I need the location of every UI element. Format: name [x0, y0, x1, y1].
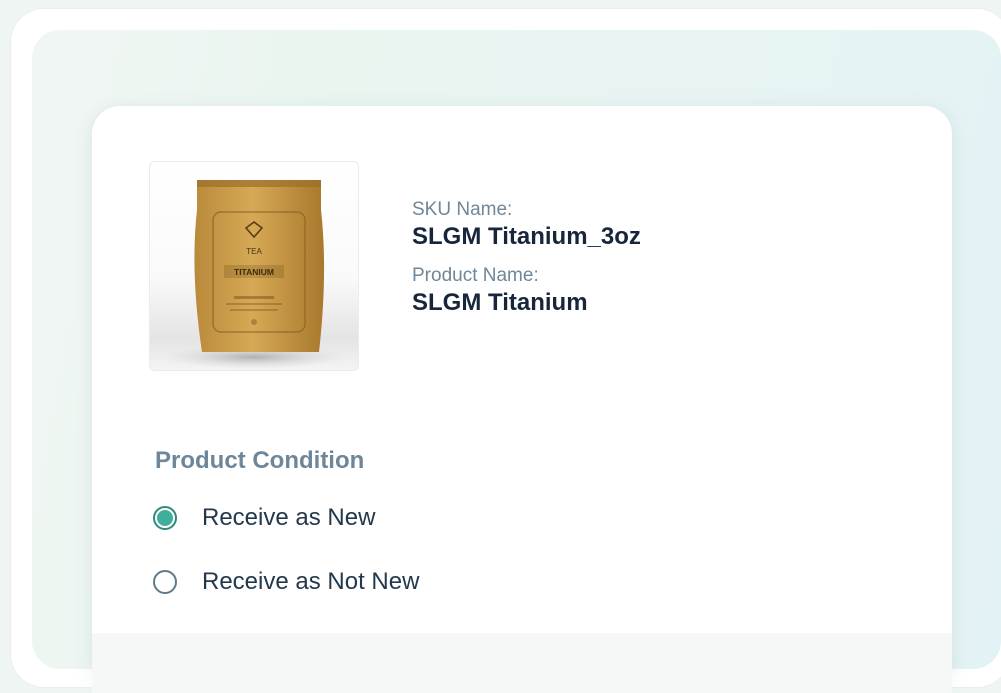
card-footer	[92, 633, 952, 693]
receive-as-not-new-label: Receive as Not New	[202, 568, 420, 595]
product-info: SKU Name: SLGM Titanium_3oz Product Name…	[412, 198, 641, 318]
svg-text:TITANIUM: TITANIUM	[234, 267, 274, 277]
sku-value: SLGM Titanium_3oz	[412, 223, 641, 250]
product-name-value: SLGM Titanium	[412, 289, 588, 316]
product-name-label: Product Name:	[412, 265, 539, 286]
sku-label: SKU Name:	[412, 199, 513, 220]
receive-as-new-label: Receive as New	[202, 504, 376, 531]
tea-pouch-icon: TEA TITANIUM	[162, 180, 346, 369]
radio-checked-icon[interactable]	[153, 506, 177, 530]
svg-text:TEA: TEA	[246, 247, 262, 256]
product-image: TEA TITANIUM	[149, 161, 359, 371]
receive-as-new-option[interactable]: Receive as New	[153, 504, 375, 532]
product-condition-title: Product Condition	[155, 447, 365, 474]
receive-as-not-new-option[interactable]: Receive as Not New	[153, 568, 419, 596]
radio-unchecked-icon[interactable]	[153, 570, 177, 594]
product-card: TEA TITANIUM SKU Name: SLGM Titanium_3oz…	[92, 106, 952, 693]
